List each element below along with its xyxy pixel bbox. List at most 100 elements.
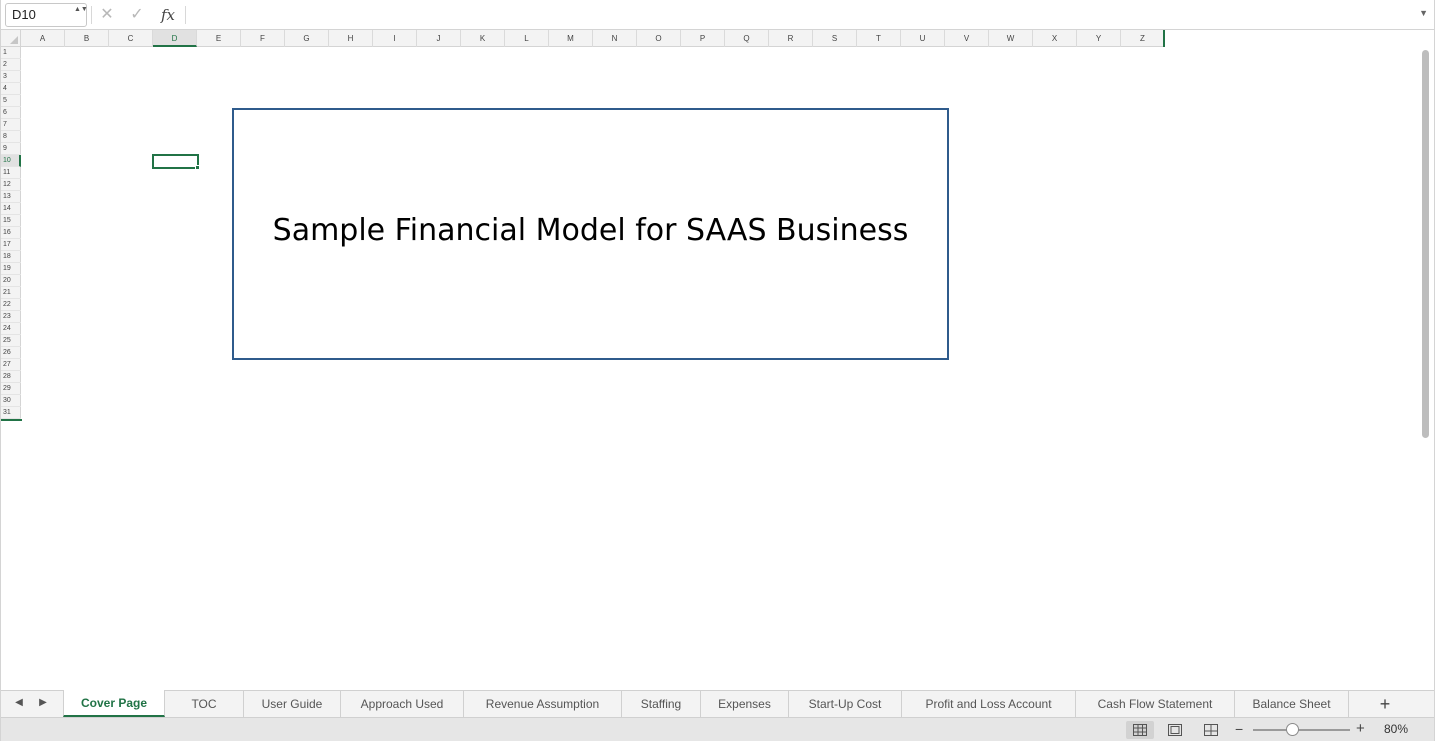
row-header-5[interactable]: 5 [1, 95, 21, 107]
previous-sheet-icon[interactable]: ◀ [12, 697, 26, 708]
insert-function-icon[interactable]: fx [158, 4, 178, 26]
row-header-24[interactable]: 24 [1, 323, 21, 335]
column-header-a[interactable]: A [21, 30, 65, 47]
sheet-tab-staffing[interactable]: Staffing [622, 691, 701, 717]
row-header-31[interactable]: 31 [1, 407, 21, 419]
column-header-m[interactable]: M [549, 30, 593, 47]
column-header-r[interactable]: R [769, 30, 813, 47]
column-header-n[interactable]: N [593, 30, 637, 47]
column-header-e[interactable]: E [197, 30, 241, 47]
sheet-tab-approach-used[interactable]: Approach Used [341, 691, 464, 717]
row-header-16[interactable]: 16 [1, 227, 21, 239]
column-header-g[interactable]: G [285, 30, 329, 47]
row-header-11[interactable]: 11 [1, 167, 21, 179]
column-end-marker [1163, 30, 1165, 47]
row-header-7[interactable]: 7 [1, 119, 21, 131]
worksheet-grid[interactable]: ABCDEFGHIJKLMNOPQRSTUVWXYZ 1 2 3 4 5 6 7 8 9 10 11… [1, 30, 1434, 690]
column-header-k[interactable]: K [461, 30, 505, 47]
formula-bar-separator [91, 6, 92, 24]
sheet-tab-bar: ◀ ▶ Cover Page TOC User Guide Approach Used… [1, 690, 1434, 717]
row-header-12[interactable]: 12 [1, 179, 21, 191]
column-header-z[interactable]: Z [1121, 30, 1165, 47]
column-header-t[interactable]: T [857, 30, 901, 47]
row-header-2[interactable]: 2 [1, 59, 21, 71]
column-header-d[interactable]: D [153, 30, 197, 47]
sheet-tab-expenses[interactable]: Expenses [701, 691, 789, 717]
active-cell-d10[interactable] [152, 154, 199, 169]
column-header-h[interactable]: H [329, 30, 373, 47]
row-header-1[interactable]: 1 [1, 47, 21, 59]
column-header-i[interactable]: I [373, 30, 417, 47]
row-header-30[interactable]: 30 [1, 395, 21, 407]
sheet-tab-cover-page[interactable]: Cover Page [63, 690, 165, 717]
row-header-3[interactable]: 3 [1, 71, 21, 83]
add-sheet-icon[interactable]: + [1377, 693, 1393, 715]
row-header-26[interactable]: 26 [1, 347, 21, 359]
column-header-c[interactable]: C [109, 30, 153, 47]
name-box[interactable]: D10 ▲▼ [5, 3, 88, 27]
row-header-4[interactable]: 4 [1, 83, 21, 95]
column-header-f[interactable]: F [241, 30, 285, 47]
vertical-scroll-thumb[interactable] [1422, 50, 1429, 438]
row-header-18[interactable]: 18 [1, 251, 21, 263]
zoom-slider[interactable] [1253, 729, 1350, 731]
column-header-y[interactable]: Y [1077, 30, 1121, 47]
row-header-23[interactable]: 23 [1, 311, 21, 323]
formula-bar: D10 ▲▼ ✕ ✓ fx ▼ [1, 0, 1434, 30]
row-header-9[interactable]: 9 [1, 143, 21, 155]
column-header-l[interactable]: L [505, 30, 549, 47]
column-header-q[interactable]: Q [725, 30, 769, 47]
enter-icon[interactable]: ✓ [127, 4, 147, 26]
row-header-29[interactable]: 29 [1, 383, 21, 395]
sheet-tab-user-guide[interactable]: User Guide [244, 691, 341, 717]
name-box-stepper-icon[interactable]: ▲▼ [74, 5, 88, 25]
row-header-17[interactable]: 17 [1, 239, 21, 251]
row-header-8[interactable]: 8 [1, 131, 21, 143]
row-header-15[interactable]: 15 [1, 215, 21, 227]
page-break-preview-icon[interactable] [1197, 721, 1225, 739]
column-header-s[interactable]: S [813, 30, 857, 47]
column-header-w[interactable]: W [989, 30, 1033, 47]
row-header-28[interactable]: 28 [1, 371, 21, 383]
normal-view-icon[interactable] [1126, 721, 1154, 739]
sheet-tab-toc[interactable]: TOC [165, 691, 244, 717]
name-box-value: D10 [12, 7, 36, 22]
sheet-tab-revenue-assumption[interactable]: Revenue Assumption [464, 691, 622, 717]
sheet-tab-start-up-cost[interactable]: Start-Up Cost [789, 691, 902, 717]
column-header-u[interactable]: U [901, 30, 945, 47]
row-header-21[interactable]: 21 [1, 287, 21, 299]
row-header-13[interactable]: 13 [1, 191, 21, 203]
column-header-p[interactable]: P [681, 30, 725, 47]
row-header-25[interactable]: 25 [1, 335, 21, 347]
zoom-level[interactable]: 80% [1384, 722, 1408, 736]
sheet-tab-balance-sheet[interactable]: Balance Sheet [1235, 691, 1349, 717]
row-header-14[interactable]: 14 [1, 203, 21, 215]
column-header-v[interactable]: V [945, 30, 989, 47]
row-header-27[interactable]: 27 [1, 359, 21, 371]
row-header-20[interactable]: 20 [1, 275, 21, 287]
fill-handle[interactable] [195, 165, 200, 170]
sheet-tab-cash-flow-statement[interactable]: Cash Flow Statement [1076, 691, 1235, 717]
row-header-19[interactable]: 19 [1, 263, 21, 275]
row-header-6[interactable]: 6 [1, 107, 21, 119]
column-headers: ABCDEFGHIJKLMNOPQRSTUVWXYZ [21, 30, 1165, 47]
expand-formula-bar-icon[interactable]: ▼ [1419, 8, 1428, 18]
page-layout-view-icon[interactable] [1161, 721, 1189, 739]
column-header-b[interactable]: B [65, 30, 109, 47]
column-header-x[interactable]: X [1033, 30, 1077, 47]
select-all-corner[interactable] [1, 30, 21, 47]
zoom-slider-thumb[interactable] [1286, 723, 1299, 736]
row-end-marker [1, 419, 22, 421]
sheet-tab-profit-and-loss-account[interactable]: Profit and Loss Account [902, 691, 1076, 717]
zoom-in-icon[interactable]: + [1356, 719, 1365, 739]
row-header-22[interactable]: 22 [1, 299, 21, 311]
column-header-o[interactable]: O [637, 30, 681, 47]
row-header-10[interactable]: 10 [1, 155, 21, 167]
zoom-out-icon[interactable]: − [1235, 720, 1243, 738]
vertical-scrollbar[interactable] [1421, 48, 1430, 688]
next-sheet-icon[interactable]: ▶ [36, 697, 50, 708]
formula-input[interactable] [189, 4, 1414, 26]
cancel-icon[interactable]: ✕ [97, 4, 117, 26]
column-header-j[interactable]: J [417, 30, 461, 47]
title-text-box[interactable]: Sample Financial Model for SAAS Business [232, 108, 949, 360]
